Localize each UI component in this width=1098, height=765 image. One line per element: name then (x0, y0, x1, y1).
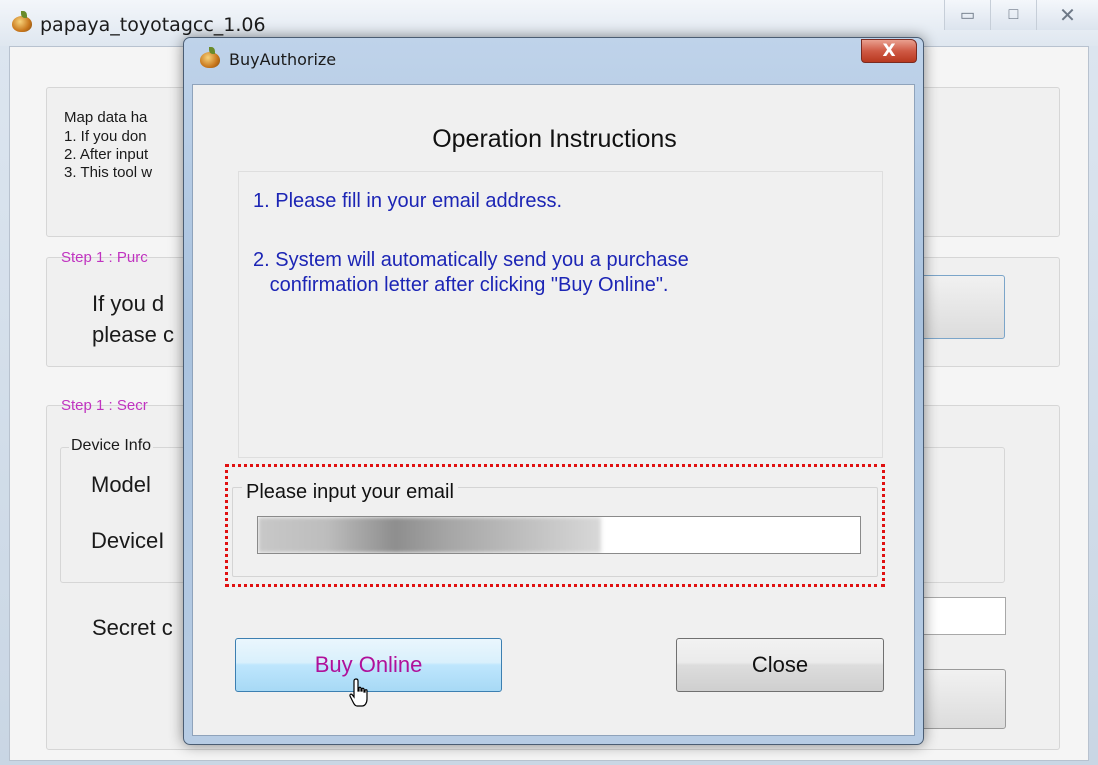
close-icon: X (882, 41, 896, 61)
minimize-button[interactable]: ▭ (944, 0, 990, 30)
dialog-close-button[interactable]: X (861, 39, 917, 63)
device-id-label: DeviceI (91, 528, 165, 553)
dialog-app-icon (200, 47, 220, 68)
dialog-title: BuyAuthorize (229, 50, 337, 69)
app-icon (12, 11, 32, 32)
intro-line: 1. If you don (64, 128, 147, 145)
purchase-text: please c (92, 322, 174, 347)
step1-purchase-label: Step 1 : Purc (61, 249, 148, 266)
instruction-line: 1. Please fill in your email address. (253, 190, 563, 212)
minimize-icon: ▭ (959, 7, 976, 24)
maximize-button[interactable]: □ (990, 0, 1036, 30)
instruction-line: confirmation letter after clicking "Buy … (253, 274, 669, 296)
secret-input[interactable] (916, 597, 1006, 635)
email-label: Please input your email (242, 481, 458, 504)
purchase-text: If you d (92, 291, 165, 316)
intro-line: 3. This tool w (64, 164, 153, 181)
secret-label: Secret c (92, 615, 173, 640)
main-window-title: papaya_toyotagcc_1.06 (40, 14, 266, 36)
close-icon: ✕ (1059, 4, 1076, 27)
intro-line: Map data ha (64, 109, 148, 126)
buy-online-label: Buy Online (314, 652, 423, 677)
dialog-client-area: Operation Instructions 1. Please fill in… (192, 84, 915, 736)
hand-cursor-icon (349, 678, 368, 707)
buy-authorize-dialog: BuyAuthorize X Operation Instructions 1.… (183, 37, 924, 745)
maximize-icon: □ (1008, 6, 1019, 23)
window-close-button[interactable]: ✕ (1036, 0, 1098, 30)
blurred-email-value (258, 517, 601, 553)
email-input[interactable] (257, 516, 861, 554)
step1-secret-label: Step 1 : Secr (61, 397, 148, 414)
close-button-label: Close (751, 652, 809, 677)
device-info-label: Device Info (69, 437, 154, 455)
instructions-box: 1. Please fill in your email address. 2.… (238, 171, 883, 458)
intro-line: 2. After input (64, 146, 149, 163)
window-controls: ▭ □ ✕ (944, 0, 1098, 30)
purchase-button[interactable] (916, 275, 1005, 339)
activate-button[interactable] (916, 669, 1006, 729)
model-label: Model (91, 472, 151, 497)
dialog-heading: Operation Instructions (432, 125, 677, 153)
close-button[interactable]: Close (676, 638, 884, 692)
instruction-line: 2. System will automatically send you a … (253, 249, 689, 271)
